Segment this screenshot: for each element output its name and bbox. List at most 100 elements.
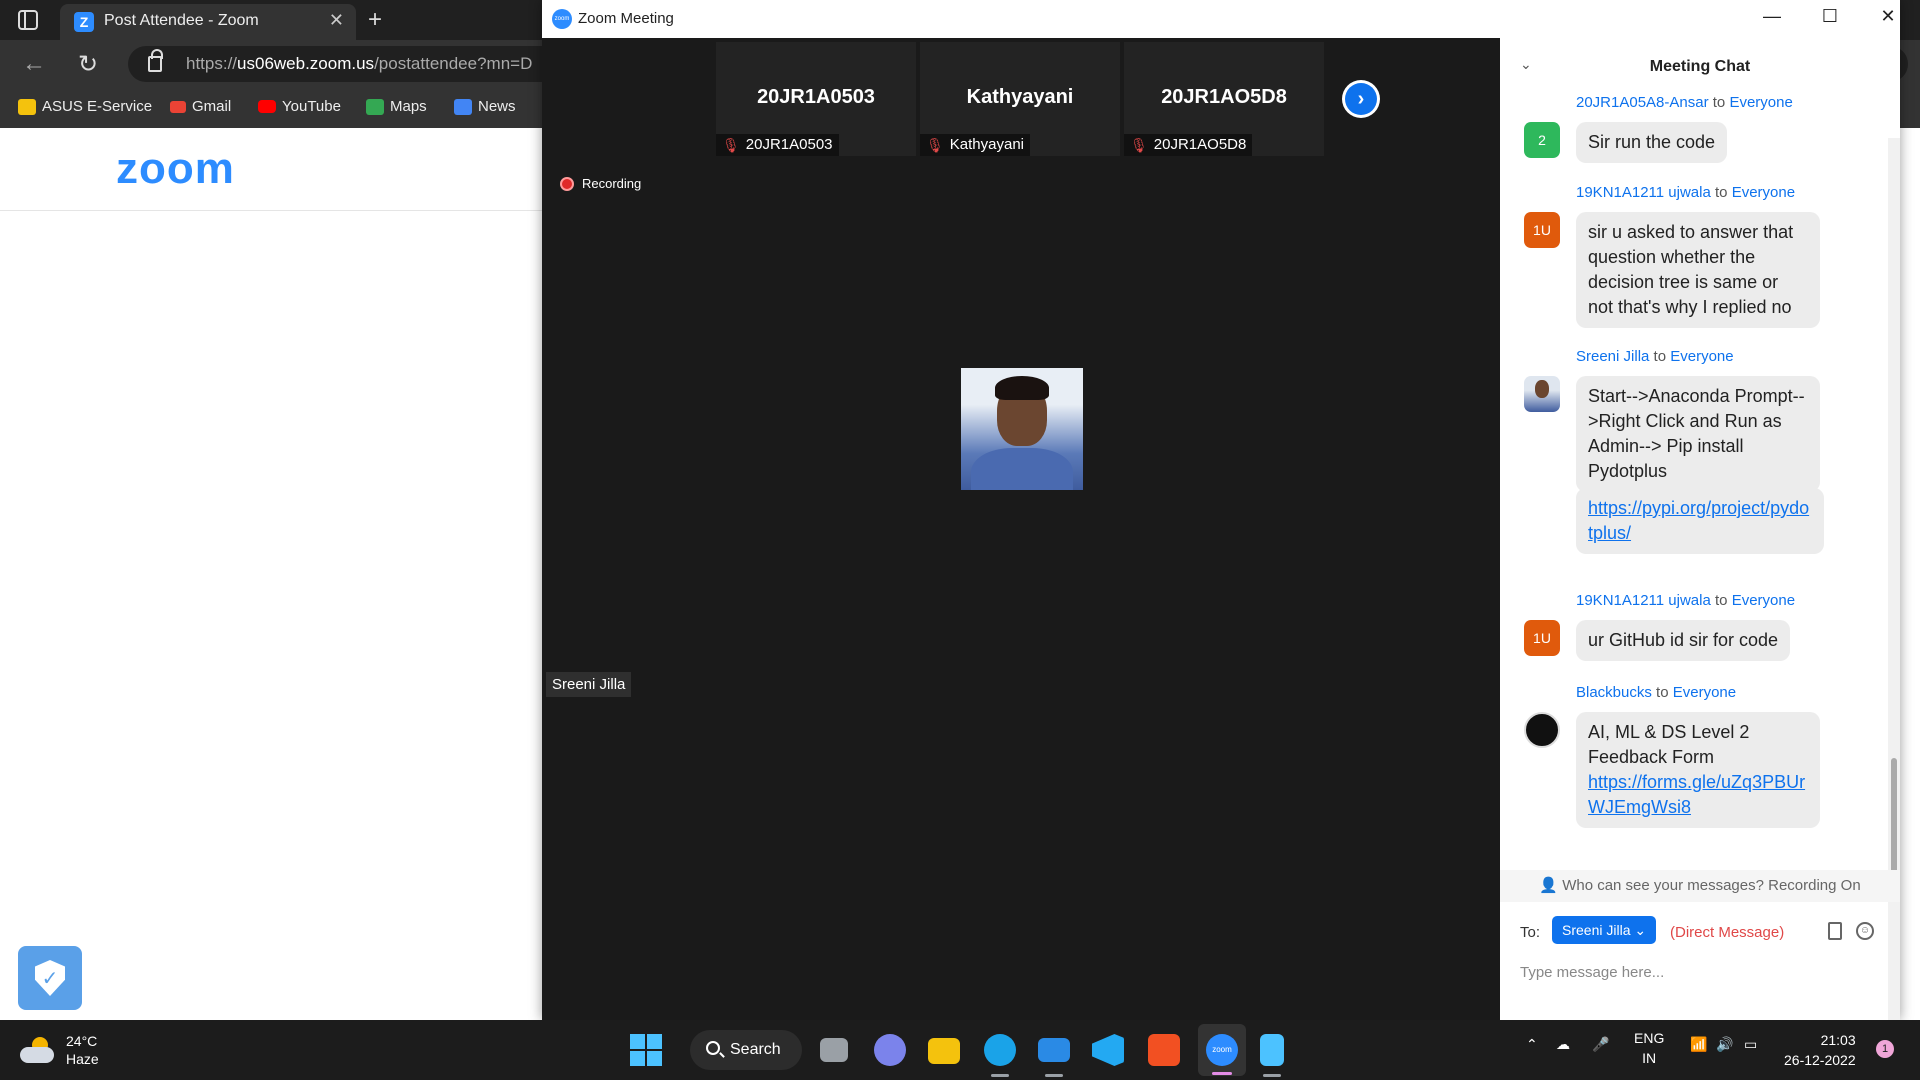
search-label: Search bbox=[730, 1041, 781, 1058]
browser-tab[interactable]: Z Post Attendee - Zoom ✕ bbox=[60, 4, 356, 40]
next-page-button[interactable]: › bbox=[1342, 80, 1380, 118]
participant-thumbnail[interactable]: 20JR1AO5D8 🎙 20JR1AO5D8 bbox=[1124, 42, 1324, 156]
sender-name[interactable]: 19KN1A1211 ujwala bbox=[1576, 184, 1711, 201]
message-input[interactable] bbox=[1520, 960, 1880, 984]
task-view-icon[interactable] bbox=[820, 1038, 848, 1062]
bookmark-youtube[interactable]: YouTube bbox=[258, 98, 341, 115]
bookmark-gmail[interactable]: Gmail bbox=[170, 98, 231, 115]
message-visibility-notice[interactable]: 👤 Who can see your messages? Recording O… bbox=[1500, 870, 1900, 902]
chat-compose: To: Sreeni Jilla ⌄ (Direct Message) ☺ bbox=[1500, 902, 1900, 1020]
message-header: 19KN1A1211 ujwala to Everyone bbox=[1576, 184, 1795, 201]
weather-widget[interactable]: 24°C Haze bbox=[20, 1032, 99, 1068]
blackbucks-logo-icon bbox=[1524, 712, 1560, 748]
mic-muted-icon: 🎙 bbox=[926, 137, 944, 153]
bookmark-asus[interactable]: ASUS E-Service bbox=[18, 98, 152, 115]
vscode-icon[interactable] bbox=[1092, 1034, 1124, 1066]
meeting-chat-panel: ⌄ Meeting Chat 20JR1A05A8-Ansar to Every… bbox=[1500, 38, 1900, 1020]
scrollbar-thumb[interactable] bbox=[1891, 758, 1897, 878]
message-bubble: ur GitHub id sir for code bbox=[1576, 620, 1791, 661]
window-title: Zoom Meeting bbox=[578, 10, 674, 27]
sender-name[interactable]: Blackbucks bbox=[1576, 684, 1652, 701]
recipient-name: Everyone bbox=[1672, 684, 1737, 701]
to-word: to bbox=[1653, 348, 1667, 365]
participant-label: 🎙 Kathyayani bbox=[920, 134, 1030, 156]
visibility-text: Who can see your messages? Recording On bbox=[1562, 877, 1861, 894]
teams-chat-icon[interactable] bbox=[874, 1034, 906, 1066]
reload-icon[interactable]: ↻ bbox=[78, 50, 98, 79]
minimize-icon[interactable]: — bbox=[1752, 6, 1792, 27]
notification-badge[interactable]: 1 bbox=[1876, 1040, 1894, 1058]
new-tab-icon[interactable]: + bbox=[368, 6, 382, 34]
maximize-icon[interactable]: ☐ bbox=[1810, 6, 1850, 27]
maps-icon bbox=[366, 98, 384, 115]
close-window-icon[interactable]: ✕ bbox=[1868, 6, 1908, 27]
zoom-taskbar-active[interactable]: zoom bbox=[1198, 1024, 1246, 1076]
microphone-icon[interactable]: 🎤 bbox=[1592, 1036, 1609, 1053]
sender-photo-avatar bbox=[1524, 376, 1560, 412]
message-link[interactable]: https://pypi.org/project/pydotplus/ bbox=[1588, 498, 1809, 543]
message-header: Blackbucks to Everyone bbox=[1576, 684, 1736, 701]
message-link[interactable]: https://forms.gle/uZq3PBUrWJEmgWsi8 bbox=[1588, 772, 1805, 817]
volume-icon[interactable]: 🔊 bbox=[1716, 1036, 1733, 1053]
tab-close-icon[interactable]: ✕ bbox=[329, 10, 344, 31]
recipient-name: Everyone bbox=[1731, 592, 1796, 609]
chat-header: ⌄ Meeting Chat bbox=[1500, 38, 1900, 94]
url-path: /postattendee?mn=D bbox=[374, 54, 533, 73]
tray-app-icon[interactable]: ☁ bbox=[1556, 1036, 1570, 1053]
news-icon bbox=[454, 98, 472, 115]
participant-thumbnail[interactable]: Kathyayani 🎙 Kathyayani bbox=[920, 42, 1120, 156]
wifi-icon[interactable]: 📶 bbox=[1690, 1036, 1707, 1053]
edge-browser-icon[interactable] bbox=[984, 1034, 1016, 1066]
mail-icon[interactable] bbox=[1038, 1038, 1070, 1062]
lock-icon[interactable] bbox=[148, 49, 163, 72]
sender-name[interactable]: Sreeni Jilla bbox=[1576, 348, 1649, 365]
sender-avatar: 1U bbox=[1524, 620, 1560, 656]
battery-icon[interactable]: ▭ bbox=[1744, 1036, 1757, 1053]
gmail-icon bbox=[170, 100, 186, 113]
to-label: To: bbox=[1520, 924, 1541, 941]
zoom-app-icon: zoom bbox=[552, 9, 572, 29]
url-host: us06web.zoom.us bbox=[237, 54, 375, 73]
microsoft-store-icon[interactable] bbox=[1148, 1034, 1180, 1066]
file-explorer-icon[interactable] bbox=[928, 1038, 960, 1064]
bookmark-label: ASUS E-Service bbox=[42, 98, 153, 115]
mic-muted-icon: 🎙 bbox=[722, 137, 740, 153]
page-divider bbox=[0, 210, 545, 211]
participant-label-text: Kathyayani bbox=[949, 136, 1024, 153]
url-prefix: https:// bbox=[186, 54, 238, 73]
zoom-meeting-window: zoom Zoom Meeting — ☐ ✕ 20JR1A0503 🎙 20J… bbox=[542, 0, 1900, 1020]
show-hidden-icons-icon[interactable]: ⌃ bbox=[1526, 1036, 1538, 1053]
zoom-favicon-icon: Z bbox=[74, 12, 94, 32]
recording-label: Recording bbox=[582, 176, 642, 191]
zoom-title-bar: zoom Zoom Meeting — ☐ ✕ bbox=[542, 0, 1900, 38]
clock[interactable]: 21:03 26-12-2022 bbox=[1784, 1030, 1856, 1070]
clock-time: 21:03 bbox=[1820, 1032, 1856, 1048]
bookmark-news[interactable]: News bbox=[454, 98, 516, 115]
lang-line1: ENG bbox=[1634, 1030, 1665, 1046]
notepad-icon[interactable] bbox=[1260, 1034, 1284, 1066]
language-indicator[interactable]: ENG IN bbox=[1634, 1028, 1664, 1068]
back-arrow-icon[interactable]: ← bbox=[22, 50, 46, 78]
to-word: to bbox=[1715, 184, 1728, 201]
taskbar-search[interactable]: Search bbox=[690, 1030, 802, 1070]
bookmark-maps[interactable]: Maps bbox=[366, 98, 427, 115]
recording-indicator[interactable]: Recording bbox=[560, 176, 641, 191]
participant-label: 🎙 20JR1A0503 bbox=[716, 134, 839, 156]
message-header: 20JR1A05A8-Ansar to Everyone bbox=[1576, 94, 1793, 111]
zoom-logo[interactable]: zoom bbox=[116, 144, 235, 194]
file-attach-icon[interactable] bbox=[1828, 922, 1842, 940]
sender-avatar: 1U bbox=[1524, 212, 1560, 248]
emoji-icon[interactable]: ☺ bbox=[1856, 922, 1874, 940]
tab-actions-icon[interactable] bbox=[18, 10, 38, 30]
start-icon[interactable] bbox=[630, 1034, 662, 1066]
participant-thumbnail[interactable]: 20JR1A0503 🎙 20JR1A0503 bbox=[716, 42, 916, 156]
chat-message-list[interactable]: 20JR1A05A8-Ansar to Everyone 2 Sir run t… bbox=[1500, 94, 1888, 870]
security-shield-icon[interactable]: ✓ bbox=[18, 946, 82, 1010]
recipient-dropdown[interactable]: Sreeni Jilla ⌄ bbox=[1552, 916, 1657, 944]
sender-name[interactable]: 20JR1A05A8-Ansar bbox=[1576, 94, 1709, 111]
message-link-bubble: https://pypi.org/project/pydotplus/ bbox=[1576, 488, 1824, 554]
recipient-name: Everyone bbox=[1731, 184, 1796, 201]
mic-muted-icon: 🎙 bbox=[1130, 137, 1148, 153]
sender-name[interactable]: 19KN1A1211 ujwala bbox=[1576, 592, 1711, 609]
to-word: to bbox=[1715, 592, 1728, 609]
